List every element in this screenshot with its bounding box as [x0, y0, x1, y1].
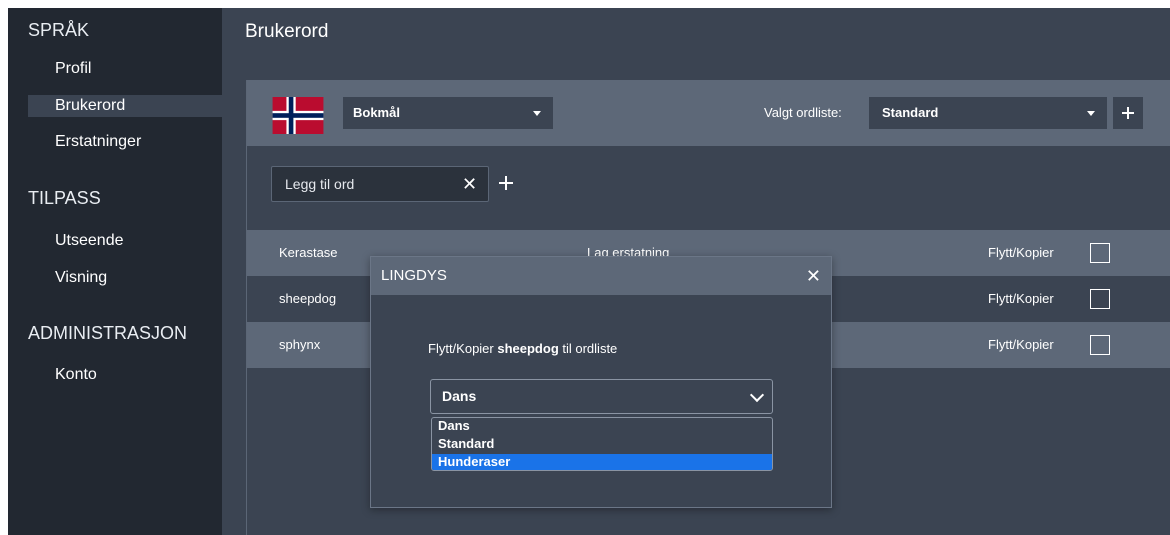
add-word-plus-button[interactable]	[497, 174, 515, 192]
section-heading-sprak: SPRÅK	[28, 20, 90, 40]
dialog-message-suffix: til ordliste	[558, 341, 618, 356]
sidebar-item-visning[interactable]: Visning	[28, 267, 222, 289]
row-word: sheepdog	[279, 291, 337, 306]
dialog-header: LINGDYS ✕	[371, 257, 831, 295]
select-value: Dans	[442, 388, 477, 404]
wordlist-dropdown[interactable]: Standard	[869, 97, 1107, 129]
norway-flag-icon	[272, 97, 324, 134]
sidebar: SPRÅK Profil Brukerord Erstatninger TILP…	[8, 8, 222, 535]
add-word-input[interactable]	[272, 167, 452, 201]
caret-down-icon	[1087, 111, 1095, 116]
dialog-title: LINGDYS	[381, 267, 447, 284]
select-option[interactable]: Standard	[432, 436, 772, 452]
add-wordlist-button[interactable]	[1113, 97, 1143, 129]
dialog-message-prefix: Flytt/Kopier	[428, 341, 498, 356]
row-checkbox[interactable]	[1090, 243, 1110, 263]
close-icon[interactable]: ✕	[806, 257, 821, 295]
dialog-message-word: sheepdog	[497, 341, 559, 356]
language-dropdown-value: Bokmål	[353, 105, 400, 120]
sidebar-item-brukerord[interactable]: Brukerord	[28, 95, 222, 117]
sidebar-item-erstatninger[interactable]: Erstatninger	[28, 131, 222, 153]
move-copy-link[interactable]: Flytt/Kopier	[988, 230, 1054, 276]
clear-icon[interactable]: ✕	[462, 174, 477, 194]
page-title: Brukerord	[245, 21, 329, 42]
select-option[interactable]: Dans	[432, 418, 772, 434]
row-checkbox[interactable]	[1090, 335, 1110, 355]
wordlist-label: Valgt ordliste:	[764, 105, 842, 120]
wordlist-dropdown-value: Standard	[882, 105, 939, 120]
dialog-message: Flytt/Kopier sheepdog til ordliste	[428, 341, 617, 356]
select-option-highlighted[interactable]: Hunderaser	[432, 454, 772, 470]
move-copy-link[interactable]: Flytt/Kopier	[988, 322, 1054, 368]
add-word-bar: ✕	[247, 146, 1170, 230]
sidebar-item-profil[interactable]: Profil	[28, 58, 222, 80]
sidebar-item-konto[interactable]: Konto	[28, 364, 222, 386]
add-word-field: ✕	[271, 166, 489, 202]
sidebar-item-utseende[interactable]: Utseende	[28, 230, 222, 252]
toolbar: Bokmål Valgt ordliste: Standard	[247, 80, 1170, 146]
row-word: Kerastase	[279, 245, 338, 260]
caret-down-icon	[533, 111, 541, 116]
row-word: sphynx	[279, 337, 321, 352]
target-wordlist-select[interactable]: Dans	[430, 379, 773, 414]
section-heading-tilpass: TILPASS	[28, 188, 101, 208]
chevron-down-icon	[749, 387, 765, 403]
section-heading-administrasjon: ADMINISTRASJON	[28, 323, 188, 343]
move-copy-link[interactable]: Flytt/Kopier	[988, 276, 1054, 322]
select-options-list: Dans Standard Hunderaser	[431, 417, 773, 471]
row-checkbox[interactable]	[1090, 289, 1110, 309]
language-dropdown[interactable]: Bokmål	[343, 97, 553, 129]
